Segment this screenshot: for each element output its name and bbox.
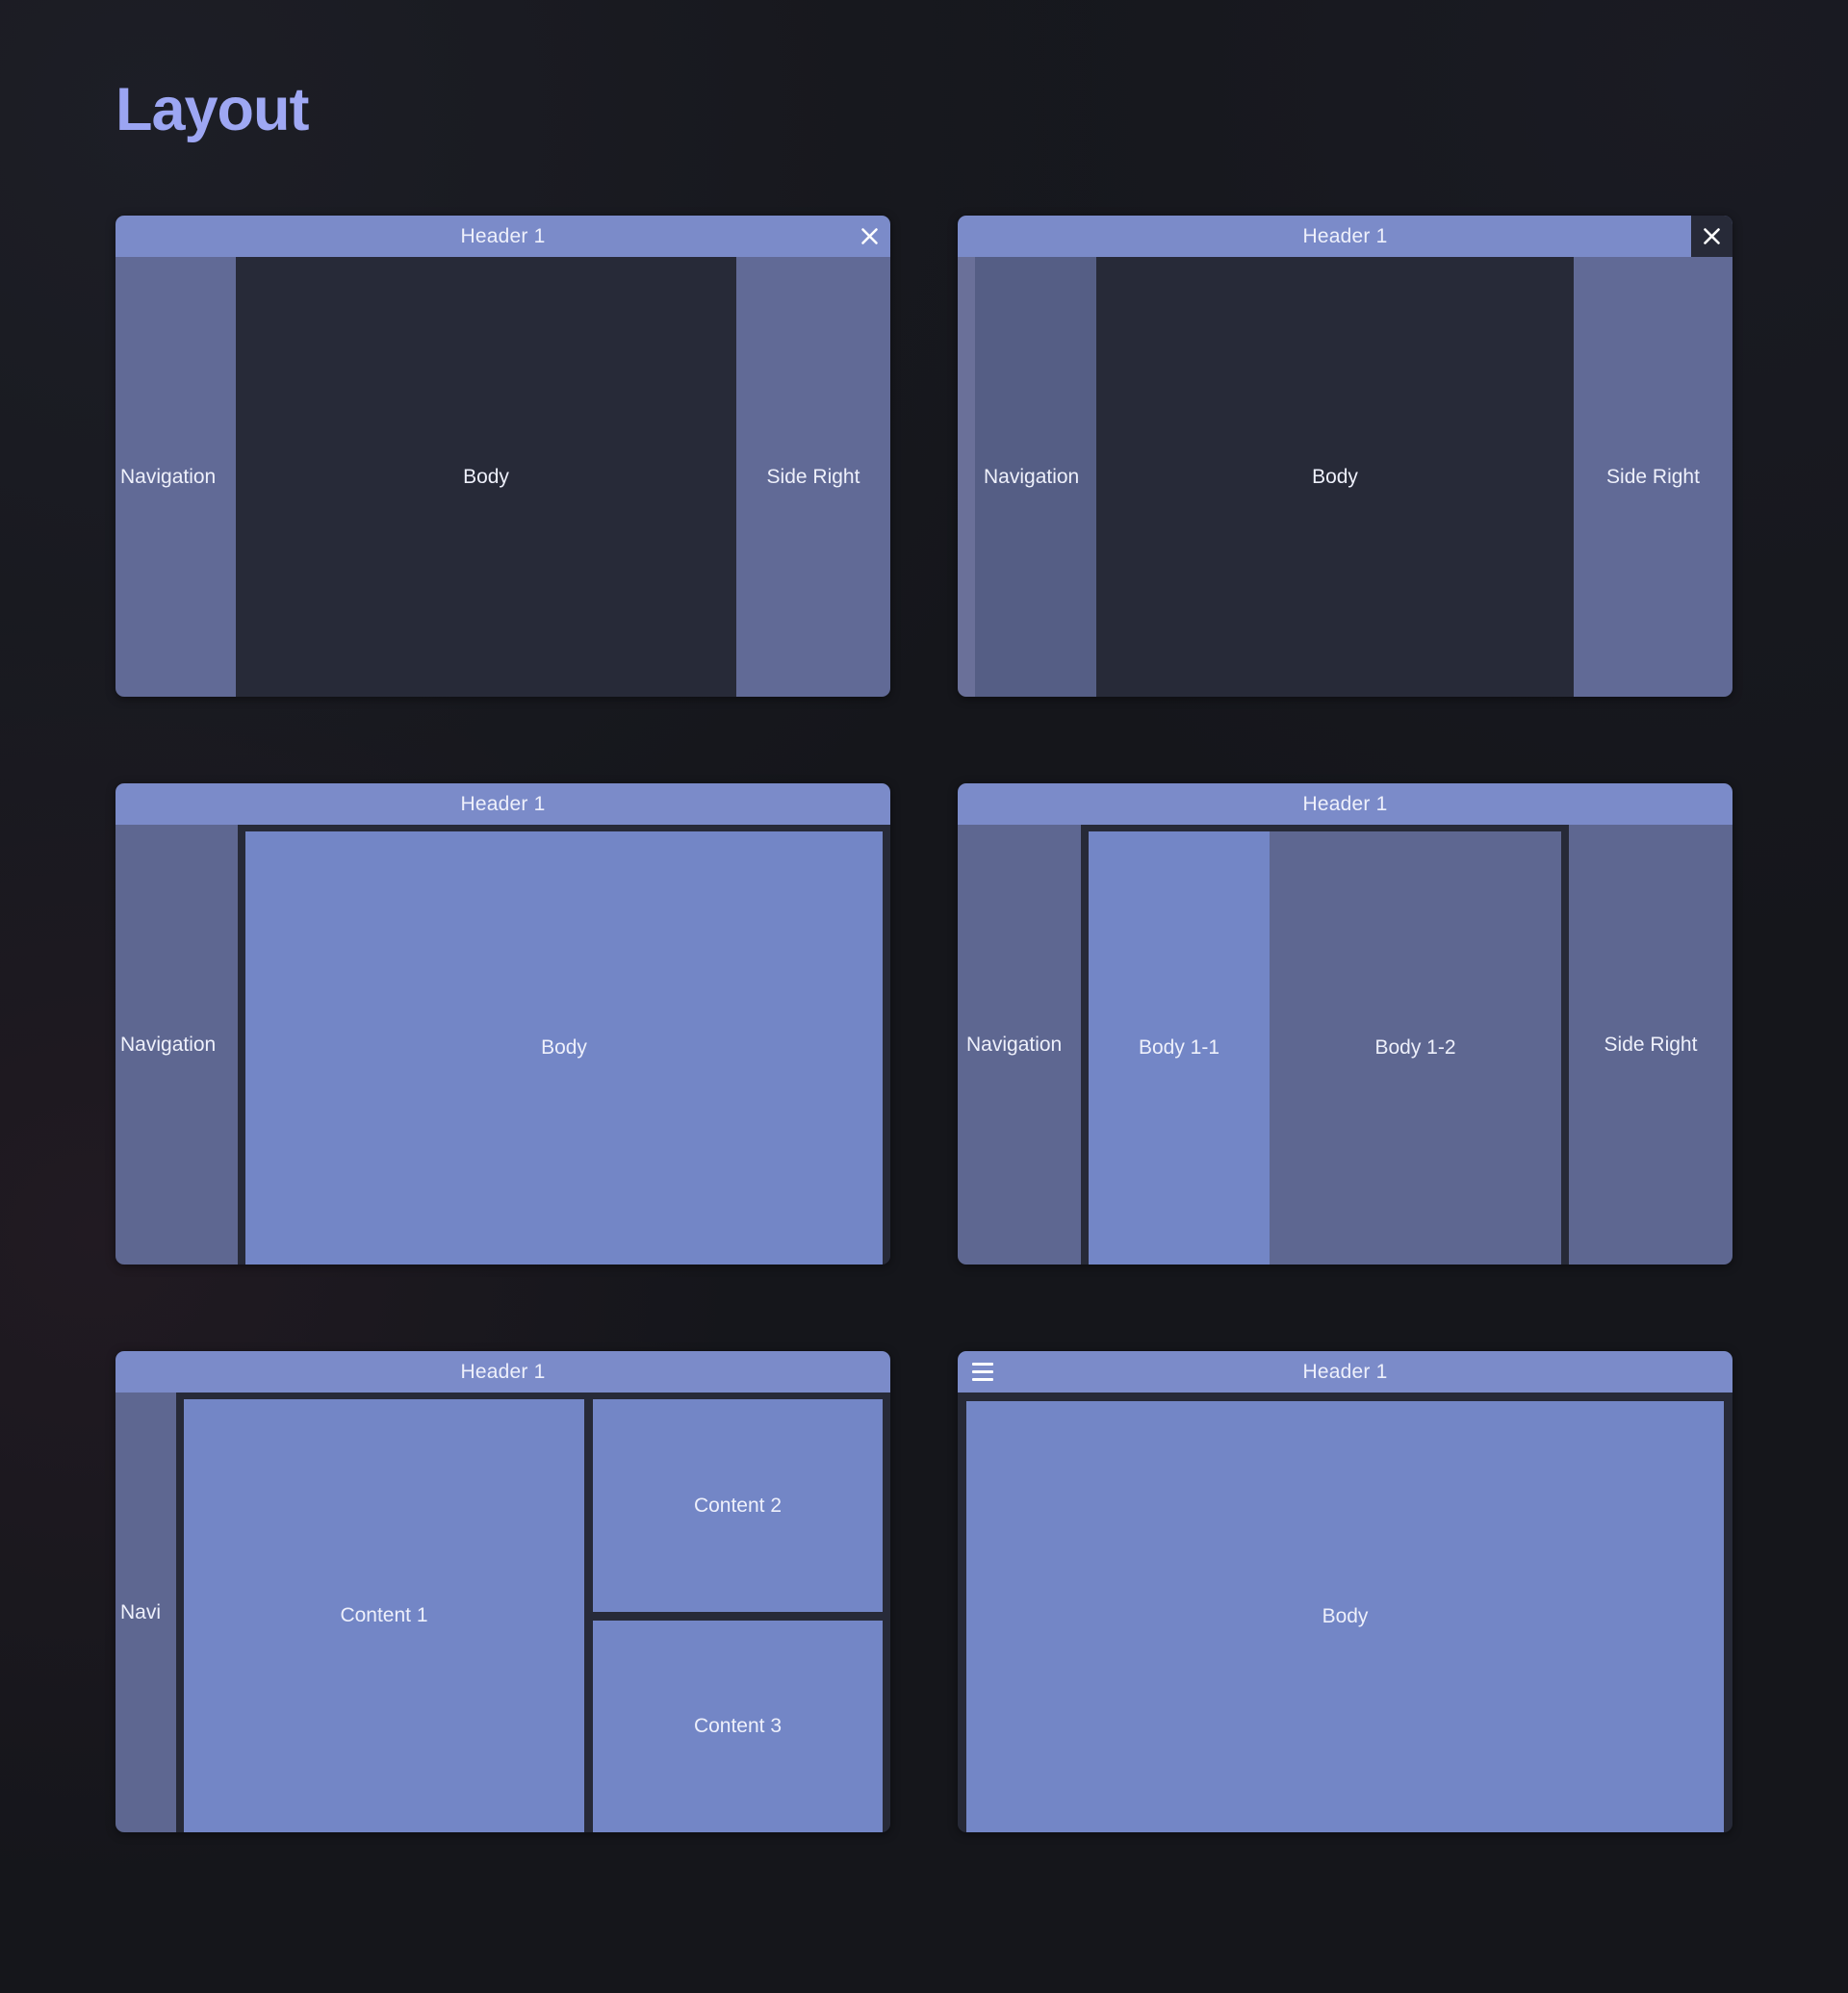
card-3-navigation-panel[interactable]: Navigation [116,825,238,1265]
layout-gallery-page: Layout Header 1 Navigation Body Side Rig… [0,0,1848,1993]
card-1-navigation-label: Navigation [120,465,217,488]
card-3-navigation-label: Navigation [120,1033,217,1056]
card-1-navigation-panel[interactable]: Navigation [116,257,236,698]
card-2-body-panel: Body [1096,257,1574,698]
card-2-side-right-label: Side Right [1606,465,1700,488]
card-5-navigation-panel[interactable]: Navi [116,1393,176,1833]
close-icon[interactable] [849,216,890,257]
card-4-navigation-label: Navigation [966,1033,1063,1056]
card-5-content-3-label: Content 3 [693,1715,783,1738]
card-4-header-title: Header 1 [1302,792,1388,815]
card-6-body-row: Body [958,1393,1732,1833]
card-6-header: Header 1 [958,1351,1732,1393]
card-1-side-right-label: Side Right [766,465,860,488]
card-5-content-1-panel[interactable]: Content 1 [184,1399,584,1833]
card-5-content-3-panel[interactable]: Content 3 [593,1620,883,1833]
card-2-header-title: Header 1 [1302,224,1388,247]
menu-icon[interactable] [958,1351,1008,1393]
card-5-content-right-stack: Content 2 Content 3 [593,1399,883,1833]
layout-card-6: Header 1 Body [958,1351,1732,1833]
card-2-body-label: Body [1312,465,1358,488]
card-3-content-frame: Body [238,825,890,1265]
card-1-side-right-panel[interactable]: Side Right [736,257,890,698]
card-5-content-row: Content 1 Content 2 Content 3 [184,1399,883,1833]
card-6-body-label: Body [1322,1605,1369,1628]
menu-icon-bar [972,1378,993,1382]
layout-card-3: Header 1 Navigation Body [116,783,890,1265]
layout-card-4: Header 1 Navigation Body 1-1 Body 1-2 Si… [958,783,1732,1265]
card-5-content-2-panel[interactable]: Content 2 [593,1399,883,1612]
card-1-header-title: Header 1 [460,224,546,247]
layout-card-2: Header 1 Navigation Body Side Right [958,216,1732,698]
card-4-body-row: Navigation Body 1-1 Body 1-2 Side Right [958,825,1732,1265]
card-4-side-right-panel[interactable]: Side Right [1569,825,1732,1265]
card-6-header-title: Header 1 [1302,1360,1388,1383]
card-4-navigation-panel[interactable]: Navigation [958,825,1081,1265]
card-5-content-1-label: Content 1 [340,1604,428,1627]
card-4-header: Header 1 [958,783,1732,826]
card-5-content-frame: Content 1 Content 2 Content 3 [176,1393,890,1833]
card-4-side-right-label: Side Right [1604,1033,1698,1056]
card-5-header-title: Header 1 [460,1360,546,1383]
menu-icon-bar [972,1370,993,1374]
card-5-header: Header 1 [116,1351,890,1393]
card-5-navigation-label: Navi [120,1600,162,1623]
card-4-body-1-1-panel[interactable]: Body 1-1 [1089,831,1270,1265]
layout-card-1: Header 1 Navigation Body Side Right [116,216,890,698]
card-2-side-right-panel[interactable]: Side Right [1574,257,1732,698]
card-5-content-2-label: Content 2 [693,1494,783,1517]
card-2-navigation-panel[interactable]: Navigation [975,257,1096,698]
card-1-header: Header 1 [116,216,890,258]
card-3-body-label: Body [541,1036,587,1060]
layout-card-5: Header 1 Navi Content 1 Content 2 Conten… [116,1351,890,1833]
card-4-content-frame: Body 1-1 Body 1-2 [1081,825,1569,1265]
page-title: Layout [116,0,1732,144]
card-2-navigation-label: Navigation [984,465,1080,488]
card-2-nav-rail [958,257,975,698]
card-1-body-panel: Body [236,257,736,698]
card-3-header: Header 1 [116,783,890,826]
card-grid: Header 1 Navigation Body Side Right Head… [116,216,1732,1833]
card-6-content-frame: Body [958,1393,1732,1833]
card-5-body-row: Navi Content 1 Content 2 Content 3 [116,1393,890,1833]
card-3-body-row: Navigation Body [116,825,890,1265]
card-6-body-panel[interactable]: Body [966,1401,1724,1833]
card-4-body-1-2-label: Body 1-2 [1374,1036,1456,1060]
card-2-body-row: Navigation Body Side Right [958,257,1732,698]
card-4-body-1-2-panel[interactable]: Body 1-2 [1270,831,1561,1265]
close-icon[interactable] [1691,216,1732,258]
card-3-body-panel[interactable]: Body [245,831,883,1265]
menu-icon-bar [972,1363,993,1367]
card-1-body-row: Navigation Body Side Right [116,257,890,698]
card-3-header-title: Header 1 [460,792,546,815]
card-1-body-label: Body [463,465,509,488]
card-4-body-1-1-label: Body 1-1 [1138,1036,1220,1060]
card-2-header: Header 1 [958,216,1732,258]
